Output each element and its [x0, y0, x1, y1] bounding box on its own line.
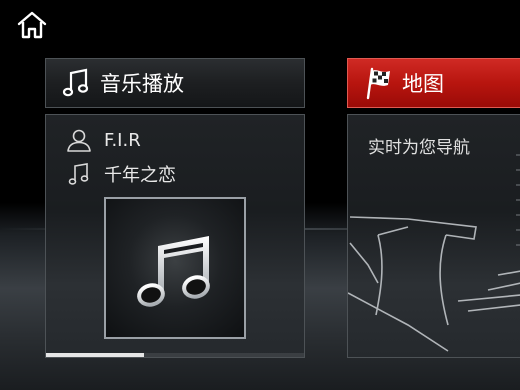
- artist-row: F.I.R: [66, 127, 141, 153]
- music-card-header[interactable]: 音乐播放: [45, 58, 305, 108]
- music-note-icon: [62, 68, 89, 97]
- song-row: 千年之恋: [66, 161, 176, 187]
- map-card-title: 地图: [402, 72, 444, 96]
- map-card-header[interactable]: 地图: [347, 58, 520, 108]
- album-art[interactable]: [104, 197, 246, 339]
- music-card-title: 音乐播放: [100, 72, 184, 96]
- map-card[interactable]: 实时为您导航: [347, 114, 520, 358]
- artist-name: F.I.R: [104, 129, 141, 151]
- playback-progress-bar[interactable]: [46, 353, 304, 357]
- home-icon: [17, 11, 47, 39]
- playback-progress-fill: [46, 353, 145, 357]
- music-note-icon: [137, 236, 210, 307]
- person-icon: [67, 129, 91, 152]
- checkered-flag-icon: [366, 67, 390, 100]
- song-title: 千年之恋: [104, 165, 176, 186]
- map-subtitle: 实时为您导航: [368, 138, 470, 158]
- music-card[interactable]: F.I.R 千年之恋: [45, 114, 305, 358]
- home-button[interactable]: [16, 10, 48, 40]
- music-note-icon: [68, 163, 89, 185]
